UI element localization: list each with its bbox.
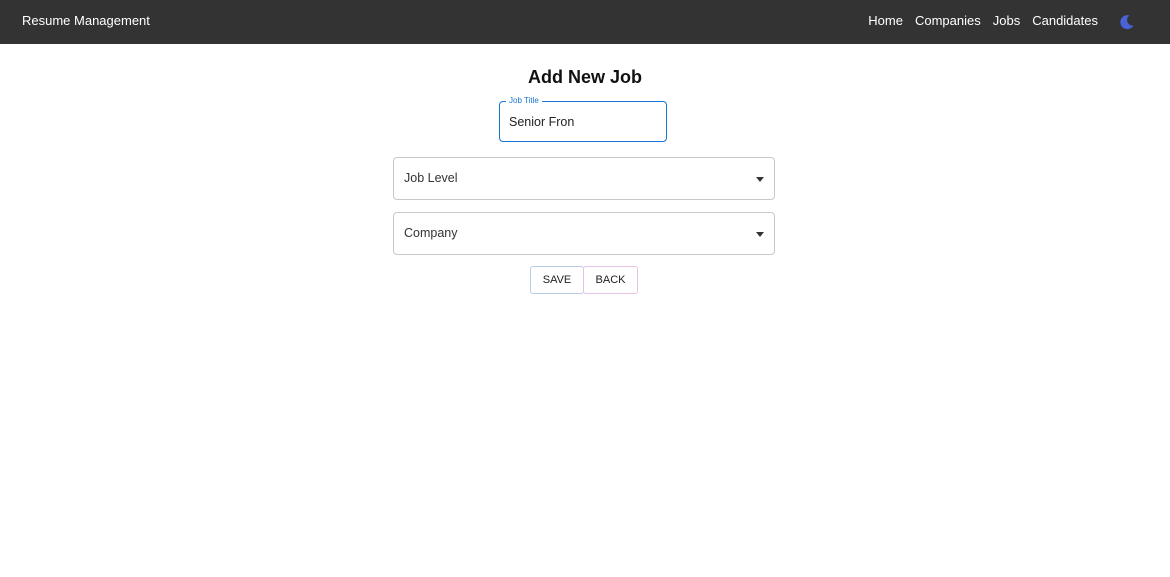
back-button[interactable]: BACK [583,266,638,294]
chevron-down-icon [756,177,764,182]
main-nav: Home Companies Jobs Candidates [868,13,1098,28]
job-title-field[interactable]: Job Title [499,96,667,142]
theme-toggle-button[interactable] [1118,13,1136,31]
moon-icon [1120,15,1134,30]
job-title-label: Job Title [506,96,542,106]
save-button[interactable]: SAVE [530,266,584,294]
nav-candidates-link[interactable]: Candidates [1032,13,1098,28]
job-level-label: Job Level [404,171,458,185]
nav-companies-link[interactable]: Companies [915,13,981,28]
nav-home-link[interactable]: Home [868,13,903,28]
brand-link[interactable]: Resume Management [22,13,150,28]
company-label: Company [404,226,458,240]
nav-jobs-link[interactable]: Jobs [993,13,1020,28]
page-title: Add New Job [527,67,642,87]
job-level-select[interactable]: Job Level [393,157,775,200]
job-title-input[interactable] [509,113,659,131]
top-navbar: Resume Management Home Companies Jobs Ca… [0,0,1170,44]
company-select[interactable]: Company [393,212,775,255]
chevron-down-icon [756,232,764,237]
